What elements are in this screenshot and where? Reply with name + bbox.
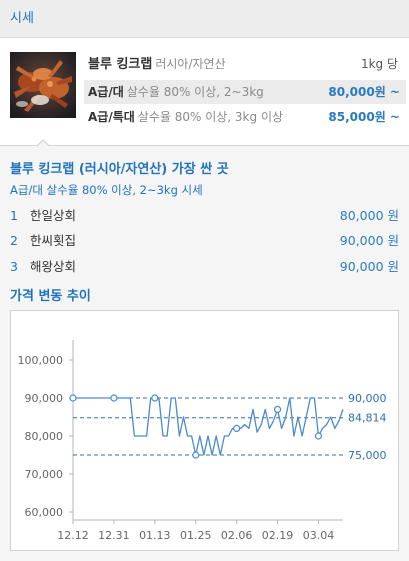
price-series-line bbox=[73, 397, 344, 456]
store-rank: 2 bbox=[10, 233, 18, 248]
y-tick-label: 60,000 bbox=[25, 506, 64, 519]
store-list-item[interactable]: 2 한씨횟집 90,000 원 bbox=[10, 230, 399, 252]
store-list-item[interactable]: 1 한일상회 80,000 원 bbox=[10, 205, 399, 227]
store-list-item[interactable]: 3 해왕상회 90,000 원 bbox=[10, 256, 399, 278]
product-origin: 러시아/자연산 bbox=[155, 57, 226, 71]
y-tick-label: 90,000 bbox=[25, 392, 64, 405]
store-price: 80,000 원 bbox=[339, 208, 399, 223]
x-tick-label: 12.12 bbox=[57, 529, 89, 542]
store-price: 90,000 원 bbox=[339, 233, 399, 248]
reference-line-label: 75,000 bbox=[348, 449, 387, 462]
divider-pointer-inner bbox=[37, 141, 49, 147]
grade-description: 살수율 80% 이상, 2~3kg bbox=[126, 85, 264, 99]
store-name: 해왕상회 bbox=[30, 259, 77, 274]
product-title-row: 블루 킹크랩 러시아/자연산 1kg 당 bbox=[84, 52, 406, 76]
price-trend-title: 가격 변동 추이 bbox=[10, 289, 91, 304]
y-tick-label: 100,000 bbox=[18, 354, 64, 367]
data-point-marker bbox=[314, 432, 323, 440]
store-rank: 3 bbox=[10, 259, 18, 274]
x-tick-label: 03.04 bbox=[303, 529, 335, 542]
crab-photo bbox=[10, 52, 76, 118]
grade-label: A급/특대 bbox=[88, 110, 135, 124]
grade-description: 살수율 80% 이상, 3kg 이상 bbox=[137, 110, 284, 124]
page-title: 시세 bbox=[10, 11, 34, 26]
product-name: 블루 킹크랩 bbox=[88, 57, 153, 72]
store-name: 한일상회 bbox=[30, 208, 77, 223]
store-name: 한씨횟집 bbox=[30, 233, 77, 248]
x-tick-label: 02.06 bbox=[221, 529, 253, 542]
data-point-marker bbox=[233, 424, 241, 433]
store-rank: 1 bbox=[10, 208, 18, 223]
grade-row-selected[interactable]: A급/대 살수율 80% 이상, 2~3kg 80,000원 ~ bbox=[84, 80, 406, 104]
grade-price: 85,000원 ~ bbox=[328, 110, 400, 124]
grade-price: 80,000원 ~ bbox=[328, 85, 400, 99]
store-price: 90,000 원 bbox=[339, 259, 399, 274]
cheapest-section-subtitle: A급/대 살수율 80% 이상, 2~3kg 시세 bbox=[10, 183, 203, 197]
price-trend-chart-svg: 100,000 90,000 80,000 70,000 60,000 12.12 12.3… bbox=[18, 340, 387, 542]
data-point-marker bbox=[273, 405, 282, 414]
grade-row[interactable]: A급/특대 살수율 80% 이상, 3kg 이상 85,000원 ~ bbox=[84, 105, 406, 129]
price-unit: 1kg 당 bbox=[360, 57, 398, 71]
reference-line-label: 90,000 bbox=[348, 392, 387, 405]
product-card: 블루 킹크랩 러시아/자연산 1kg 당 A급/대 살수율 80% 이상, 2~3k… bbox=[0, 38, 409, 146]
reference-line-label: 84,814 bbox=[348, 412, 387, 425]
cheapest-section-title: 블루 킹크랩 (러시아/자연산) 가장 싼 곳 bbox=[10, 162, 229, 177]
page-header: 시세 bbox=[0, 0, 409, 38]
y-tick-label: 80,000 bbox=[25, 430, 64, 443]
y-tick-label: 70,000 bbox=[25, 468, 64, 481]
data-point-marker bbox=[151, 394, 159, 402]
data-point-marker bbox=[192, 451, 200, 459]
product-thumbnail bbox=[10, 52, 76, 118]
grade-label: A급/대 bbox=[88, 85, 124, 99]
data-point-marker bbox=[110, 394, 118, 402]
x-tick-label: 01.13 bbox=[139, 529, 171, 542]
x-tick-label: 01.25 bbox=[180, 529, 212, 542]
price-trend-chart: 100,000 90,000 80,000 70,000 60,000 12.12 12.3… bbox=[10, 310, 399, 551]
data-point-marker bbox=[69, 394, 77, 402]
x-tick-label: 12.31 bbox=[98, 529, 130, 542]
x-tick-label: 02.19 bbox=[262, 529, 294, 542]
